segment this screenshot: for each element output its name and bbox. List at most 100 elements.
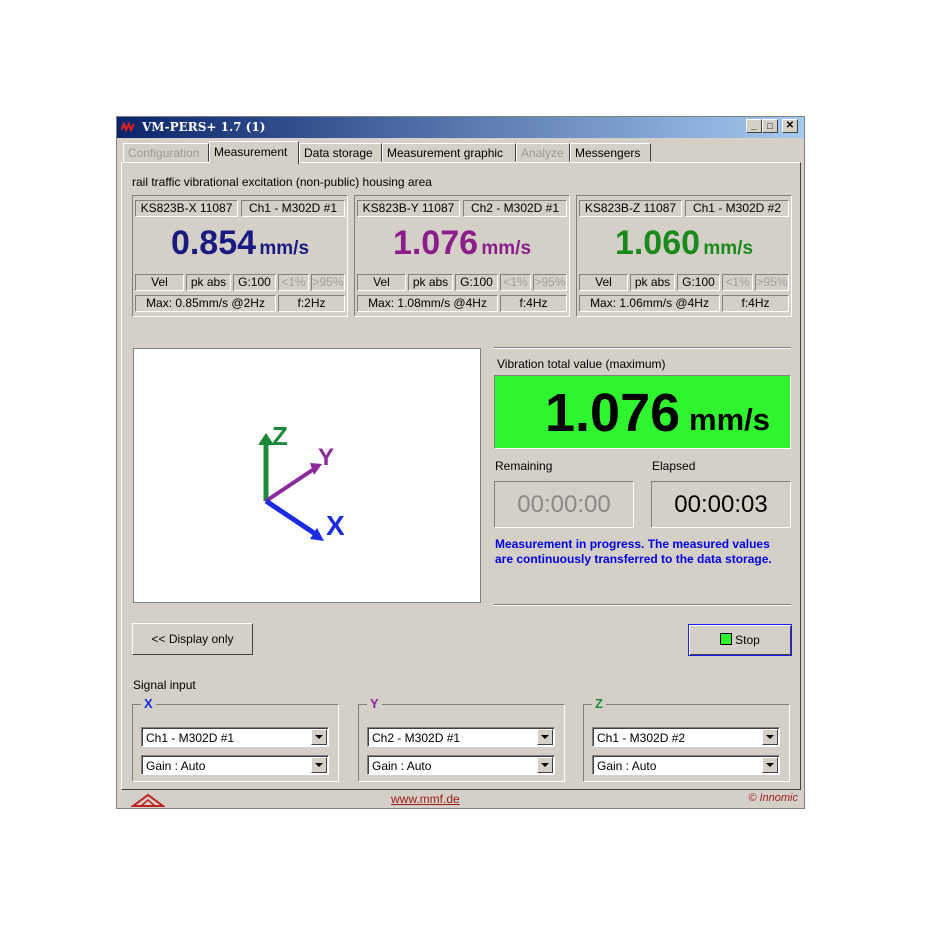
maximize-button[interactable]: □: [762, 119, 778, 133]
dominant-frequency: f:4Hz: [722, 295, 789, 312]
sensor-reading: 1.060 mm/s: [577, 224, 791, 263]
sensor-value: 1.076: [392, 224, 479, 262]
chevron-down-icon[interactable]: [311, 729, 327, 745]
remaining-label: Remaining: [495, 459, 553, 473]
signal-group-z: Z Ch1 - M302D #2 Gain : Auto: [583, 696, 790, 782]
channel-select[interactable]: Ch1 - M302D #1: [141, 727, 329, 747]
tab-configuration[interactable]: Configuration: [123, 143, 209, 162]
overrange-indicator: >95%: [311, 274, 345, 291]
gain-select-value: Gain : Auto: [597, 759, 657, 773]
y-axis-line: [264, 467, 316, 503]
tab-data-storage[interactable]: Data storage: [299, 143, 382, 162]
footer: www.mmf.de © Innomic: [117, 791, 804, 808]
sensor-channel: Ch1 - M302D #2: [685, 200, 789, 217]
y-axis-label: Y: [318, 444, 334, 471]
elapsed-label: Elapsed: [652, 459, 696, 473]
stop-button-label: Stop: [735, 633, 760, 647]
peak-mode: pk abs: [630, 274, 675, 291]
sensor-value: 1.060: [614, 224, 701, 262]
title-bar: VM-PERS+ 1.7 (1) _ □ ✕: [117, 117, 804, 138]
remaining-time: 00:00:00: [494, 481, 634, 528]
stop-button[interactable]: Stop: [688, 624, 792, 656]
gain-value: G:100: [677, 274, 720, 291]
sensor-unit: mm/s: [703, 238, 754, 259]
tab-measurement[interactable]: Measurement: [209, 141, 299, 164]
dominant-frequency: f:4Hz: [500, 295, 567, 312]
gain-select[interactable]: Gain : Auto: [141, 755, 329, 775]
sensor-panel: KS823B-Z 11087 Ch1 - M302D #2 1.060 mm/s Ve…: [576, 195, 792, 317]
gain-select[interactable]: Gain : Auto: [367, 755, 555, 775]
z-axis-label: Z: [272, 421, 288, 451]
chevron-down-icon[interactable]: [311, 757, 327, 773]
sensor-name: KS823B-Z 11087: [579, 200, 682, 217]
gain-value: G:100: [233, 274, 276, 291]
underrange-indicator: <1%: [278, 274, 309, 291]
company-logo-icon: [131, 793, 165, 807]
sensor-reading: 0.854 mm/s: [133, 224, 347, 263]
sensor-channel: Ch1 - M302D #1: [241, 200, 345, 217]
tab-analyze[interactable]: Analyze: [516, 143, 570, 162]
max-value: Max: 1.06mm/s @4Hz: [579, 295, 720, 312]
window-title: VM-PERS+ 1.7 (1): [142, 120, 266, 134]
sensor-channel: Ch2 - M302D #1: [463, 200, 567, 217]
sensor-panel: KS823B-X 11087 Ch1 - M302D #1 0.854 mm/s Ve…: [132, 195, 348, 317]
status-message: Measurement in progress. The measured va…: [495, 537, 772, 566]
total-value-display: 1.076 mm/s: [494, 375, 791, 449]
gain-select[interactable]: Gain : Auto: [592, 755, 780, 775]
underrange-indicator: <1%: [722, 274, 753, 291]
chevron-down-icon[interactable]: [537, 729, 553, 745]
total-value-label: Vibration total value (maximum): [497, 357, 666, 371]
measure-mode: Vel: [579, 274, 628, 291]
gain-select-value: Gain : Auto: [372, 759, 432, 773]
channel-select-value: Ch1 - M302D #1: [146, 731, 235, 745]
sensor-unit: mm/s: [259, 238, 310, 259]
group-axis-label: X: [141, 696, 156, 711]
divider: [494, 604, 791, 606]
close-button[interactable]: ✕: [782, 119, 798, 133]
overrange-indicator: >95%: [533, 274, 567, 291]
sensor-panel: KS823B-Y 11087 Ch2 - M302D #1 1.076 mm/s Ve…: [354, 195, 570, 317]
divider: [494, 347, 791, 349]
gain-select-value: Gain : Auto: [146, 759, 206, 773]
channel-select-value: Ch2 - M302D #1: [372, 731, 461, 745]
app-window: VM-PERS+ 1.7 (1) _ □ ✕ Configuration Mea…: [116, 116, 805, 809]
gain-value: G:100: [455, 274, 498, 291]
signal-input-label: Signal input: [133, 678, 196, 692]
underrange-indicator: <1%: [500, 274, 531, 291]
website-link[interactable]: www.mmf.de: [391, 792, 460, 806]
axis-diagram: Z Y X: [258, 421, 345, 541]
measure-mode: Vel: [357, 274, 406, 291]
elapsed-time: 00:00:03: [651, 481, 791, 528]
chevron-down-icon[interactable]: [762, 729, 778, 745]
minimize-button[interactable]: _: [746, 119, 762, 133]
signal-group-y: Y Ch2 - M302D #1 Gain : Auto: [358, 696, 565, 782]
chevron-down-icon[interactable]: [762, 757, 778, 773]
peak-mode: pk abs: [186, 274, 231, 291]
measurement-title: rail traffic vibrational excitation (non…: [132, 175, 432, 189]
copyright: © Innomic: [748, 792, 798, 804]
stop-indicator-icon: [720, 633, 733, 645]
sensor-value: 0.854: [170, 224, 257, 262]
total-unit: mm/s: [689, 402, 770, 437]
tab-messengers[interactable]: Messengers: [570, 143, 651, 162]
measure-mode: Vel: [135, 274, 184, 291]
sensor-name: KS823B-Y 11087: [357, 200, 460, 217]
group-axis-label: Y: [367, 696, 382, 711]
channel-select-value: Ch1 - M302D #2: [597, 731, 686, 745]
app-logo-icon: [121, 121, 135, 133]
max-value: Max: 0.85mm/s @2Hz: [135, 295, 276, 312]
signal-group-x: X Ch1 - M302D #1 Gain : Auto: [132, 696, 339, 782]
tab-measurement-graphic[interactable]: Measurement graphic: [382, 143, 516, 162]
total-value: 1.076: [545, 383, 681, 443]
peak-mode: pk abs: [408, 274, 453, 291]
group-axis-label: Z: [592, 696, 606, 711]
channel-select[interactable]: Ch2 - M302D #1: [367, 727, 555, 747]
dominant-frequency: f:2Hz: [278, 295, 345, 312]
x-axis-label: X: [326, 510, 345, 541]
x-axis-line: [264, 498, 316, 536]
chevron-down-icon[interactable]: [537, 757, 553, 773]
sensor-unit: mm/s: [481, 238, 532, 259]
display-only-button[interactable]: << Display only: [132, 623, 253, 655]
channel-select[interactable]: Ch1 - M302D #2: [592, 727, 780, 747]
max-value: Max: 1.08mm/s @4Hz: [357, 295, 498, 312]
